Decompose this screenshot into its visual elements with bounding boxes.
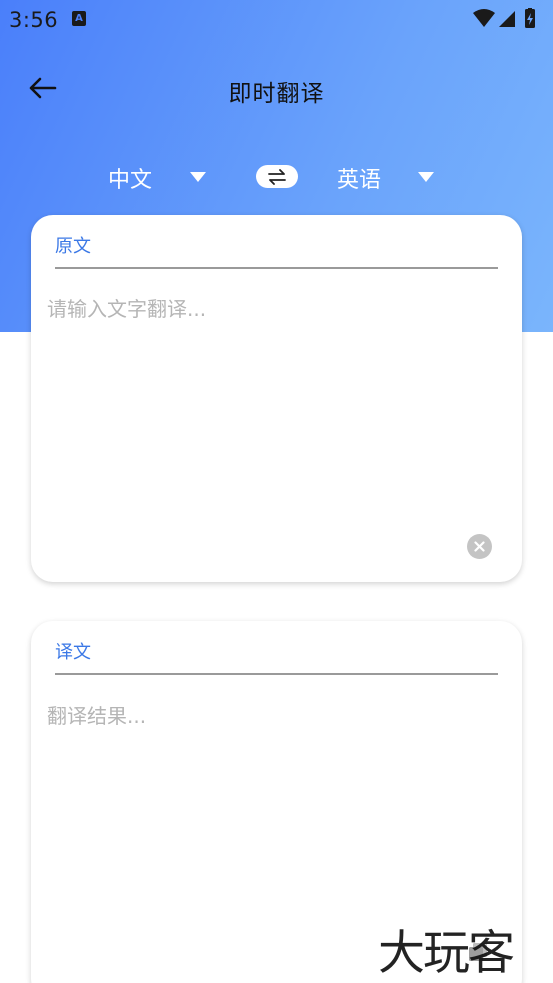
- status-time: 3:56: [9, 8, 59, 32]
- source-language-select[interactable]: 中文: [108, 162, 152, 194]
- source-divider: [55, 267, 498, 269]
- swap-arrows-icon: [268, 168, 286, 185]
- watermark-logo: 大玩客: [378, 926, 515, 981]
- source-text-card: 原文: [31, 215, 522, 582]
- source-dropdown-triangle-icon[interactable]: [189, 171, 207, 183]
- translation-label: 译文: [55, 642, 91, 663]
- a-notification-icon: A: [72, 11, 86, 26]
- battery-charging-icon: [525, 8, 535, 28]
- wifi-icon: [473, 9, 495, 27]
- target-language-select[interactable]: 英语: [337, 162, 381, 194]
- source-label: 原文: [55, 236, 91, 257]
- app-bar: 即时翻译: [0, 60, 553, 116]
- language-selector-row: 中文 英语: [0, 158, 553, 198]
- page-title: 即时翻译: [228, 81, 325, 107]
- source-text-input[interactable]: [47, 293, 487, 513]
- translation-divider: [55, 673, 498, 675]
- cell-signal-icon: [499, 11, 515, 27]
- translation-result-text: 翻译结果...: [47, 704, 147, 728]
- swap-languages-button[interactable]: [256, 165, 298, 188]
- target-dropdown-triangle-icon[interactable]: [417, 171, 435, 183]
- status-icons: [471, 8, 541, 30]
- clear-text-button[interactable]: [467, 534, 492, 559]
- status-bar: 3:56 A: [0, 0, 553, 38]
- clear-circle-icon: [474, 541, 485, 552]
